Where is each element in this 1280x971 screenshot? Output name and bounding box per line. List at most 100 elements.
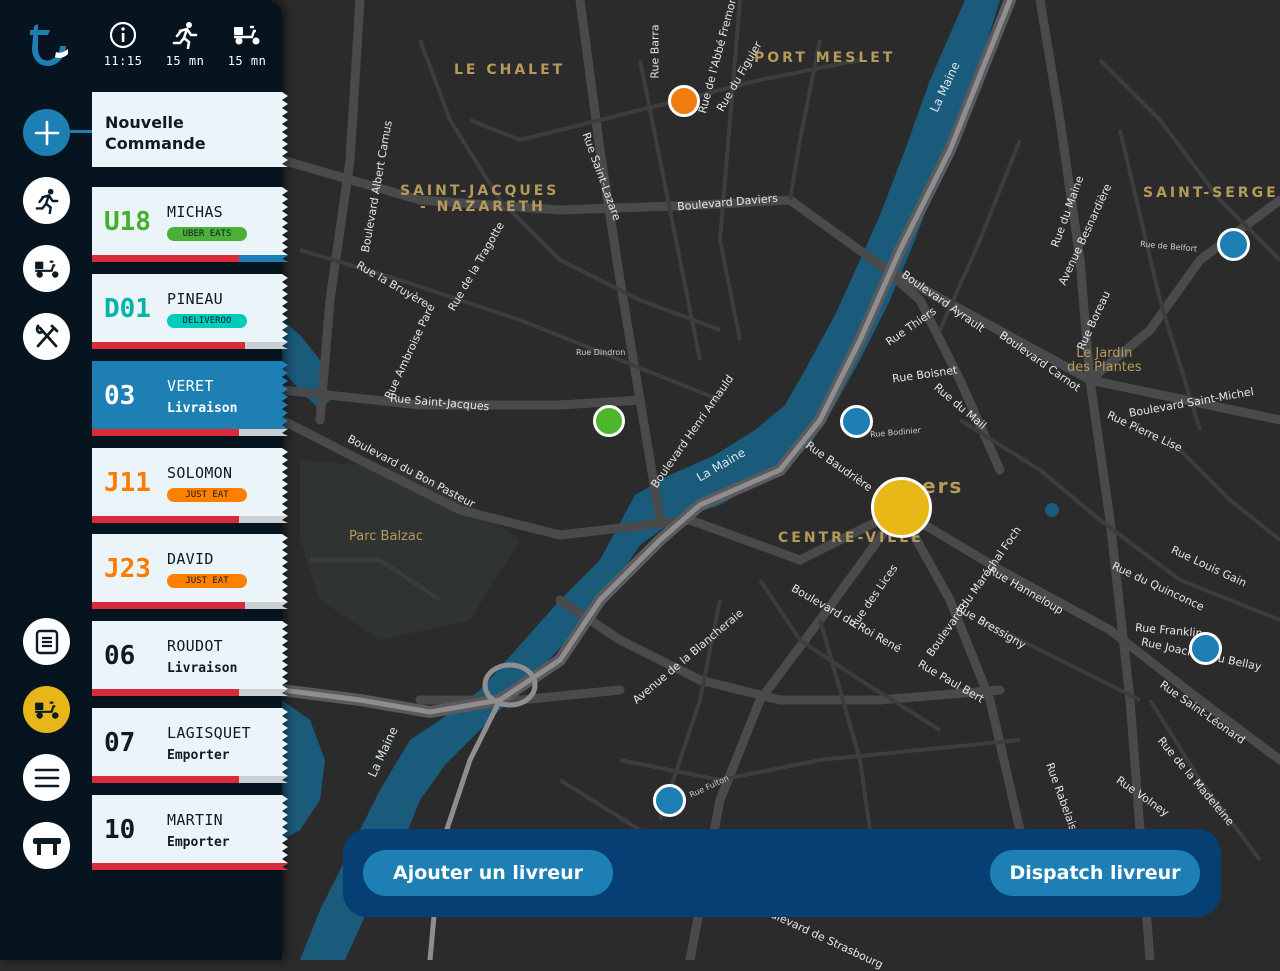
menu-button[interactable] <box>23 754 70 801</box>
customer-name: MARTIN <box>167 811 223 829</box>
district-nazareth: - NAZARETH <box>420 199 546 215</box>
platform-badge: JUST EAT <box>167 488 247 502</box>
runner-icon <box>35 188 58 214</box>
district-saint-jacques: SAINT-JACQUES <box>400 183 560 199</box>
order-type: Emporter <box>167 748 230 763</box>
delivery-time-stat: 15 mn <box>222 20 272 68</box>
order-marker-orange[interactable] <box>668 85 700 117</box>
park-label-line1: Le Jardin <box>1076 346 1133 361</box>
district-le-chalet: LE CHALET <box>454 62 566 78</box>
order-progress-bar <box>92 776 288 783</box>
order-card[interactable]: J11 SOLOMON JUST EAT <box>92 448 288 523</box>
scooter-icon <box>34 260 58 278</box>
order-progress-fill <box>92 776 239 783</box>
filter-delivery-button[interactable] <box>23 245 70 292</box>
order-card[interactable]: 03 VERET Livraison <box>92 361 288 436</box>
customer-name: DAVID <box>167 550 214 568</box>
order-progress-bar <box>92 863 288 870</box>
order-code: U18 <box>104 207 151 237</box>
filter-pickup-button[interactable] <box>23 177 70 224</box>
order-progress-bar <box>92 602 288 609</box>
driver-marker[interactable] <box>1217 228 1250 261</box>
order-type: Livraison <box>167 661 238 676</box>
add-driver-button[interactable]: Ajouter un livreur <box>363 850 613 896</box>
order-code: 10 <box>104 815 136 845</box>
order-card[interactable]: 06 ROUDOT Livraison <box>92 621 288 696</box>
order-code: J23 <box>104 554 151 584</box>
order-type: Livraison <box>167 401 238 416</box>
park-label-jardin: Le Jardin des Plantes <box>1067 347 1142 375</box>
order-card[interactable]: U18 MICHAS UBER EATS <box>92 187 288 262</box>
order-card[interactable]: 10 MARTIN Emporter <box>92 795 288 870</box>
customer-name: ROUDOT <box>167 637 223 655</box>
district-saint-serge: SAINT-SERGE <box>1143 185 1279 201</box>
menu-icon <box>34 768 59 787</box>
new-order-line1: Nouvelle <box>105 113 184 132</box>
order-progress-extra <box>239 255 288 262</box>
runner-icon <box>160 20 210 50</box>
order-code: J11 <box>104 468 151 498</box>
park-label-balzac: Parc Balzac <box>349 529 423 544</box>
driver-marker[interactable] <box>840 405 873 438</box>
drivers-button[interactable] <box>23 686 70 733</box>
customer-name: MICHAS <box>167 203 223 221</box>
order-progress-bar <box>92 429 288 436</box>
customer-name: SOLOMON <box>167 464 233 482</box>
customer-name: VERET <box>167 377 214 395</box>
filter-dine-in-button[interactable] <box>23 313 70 360</box>
order-progress-bar <box>92 689 288 696</box>
order-progress-fill <box>92 342 245 349</box>
list-icon <box>35 629 58 654</box>
order-code: 03 <box>104 381 136 411</box>
order-card[interactable]: D01 PINEAU DELIVEROO <box>92 274 288 349</box>
new-order-line2: Commande <box>105 134 206 153</box>
tables-button[interactable] <box>23 822 70 869</box>
add-connector-line <box>70 130 92 133</box>
table-icon <box>32 837 61 855</box>
utensils-icon <box>35 324 58 347</box>
stat-value: 15 mn <box>227 54 267 68</box>
street-label: Rue Barra <box>648 24 662 79</box>
stat-value: 11:15 <box>103 54 143 68</box>
order-progress-fill <box>92 689 239 696</box>
platform-badge: JUST EAT <box>167 574 247 588</box>
order-progress-fill <box>92 429 239 436</box>
order-code: 07 <box>104 728 136 758</box>
clock-stat: 11:15 <box>98 20 148 68</box>
street-label: Rue Dindron <box>576 348 626 357</box>
order-progress-bar <box>92 516 288 523</box>
order-type: Emporter <box>167 835 230 850</box>
driver-action-panel: Ajouter un livreur Dispatch livreur <box>343 829 1221 917</box>
scooter-icon <box>34 701 58 719</box>
new-order-card[interactable]: Nouvelle Commande <box>92 92 288 167</box>
platform-badge: DELIVEROO <box>167 314 247 328</box>
order-progress-fill <box>92 255 239 262</box>
app-logo <box>24 22 72 72</box>
scooter-icon <box>222 20 272 50</box>
driver-marker[interactable] <box>1189 632 1222 665</box>
add-icon <box>34 120 59 145</box>
pickup-time-stat: 15 mn <box>160 20 210 68</box>
platform-badge: UBER EATS <box>167 227 247 241</box>
district-port-meslet: PORT MESLET <box>754 50 896 66</box>
order-card[interactable]: J23 DAVID JUST EAT <box>92 534 288 609</box>
dispatch-driver-button[interactable]: Dispatch livreur <box>990 850 1200 896</box>
driver-marker[interactable] <box>653 784 686 817</box>
orders-list-button[interactable] <box>23 618 70 665</box>
new-order-label: Nouvelle Commande <box>105 112 206 154</box>
order-code: 06 <box>104 641 136 671</box>
order-code: D01 <box>104 294 151 324</box>
order-progress-bar <box>92 255 288 262</box>
order-card[interactable]: 07 LAGISQUET Emporter <box>92 708 288 783</box>
customer-name: LAGISQUET <box>167 724 251 742</box>
restaurant-marker[interactable] <box>871 477 932 538</box>
park-label-line2: des Plantes <box>1067 360 1142 375</box>
order-progress-fill <box>92 863 288 870</box>
stat-value: 15 mn <box>165 54 205 68</box>
order-progress-fill <box>92 602 245 609</box>
order-progress-fill <box>92 516 239 523</box>
order-marker-green[interactable] <box>593 405 625 437</box>
customer-name: PINEAU <box>167 290 223 308</box>
add-order-button[interactable] <box>23 109 70 156</box>
info-icon <box>98 20 148 50</box>
